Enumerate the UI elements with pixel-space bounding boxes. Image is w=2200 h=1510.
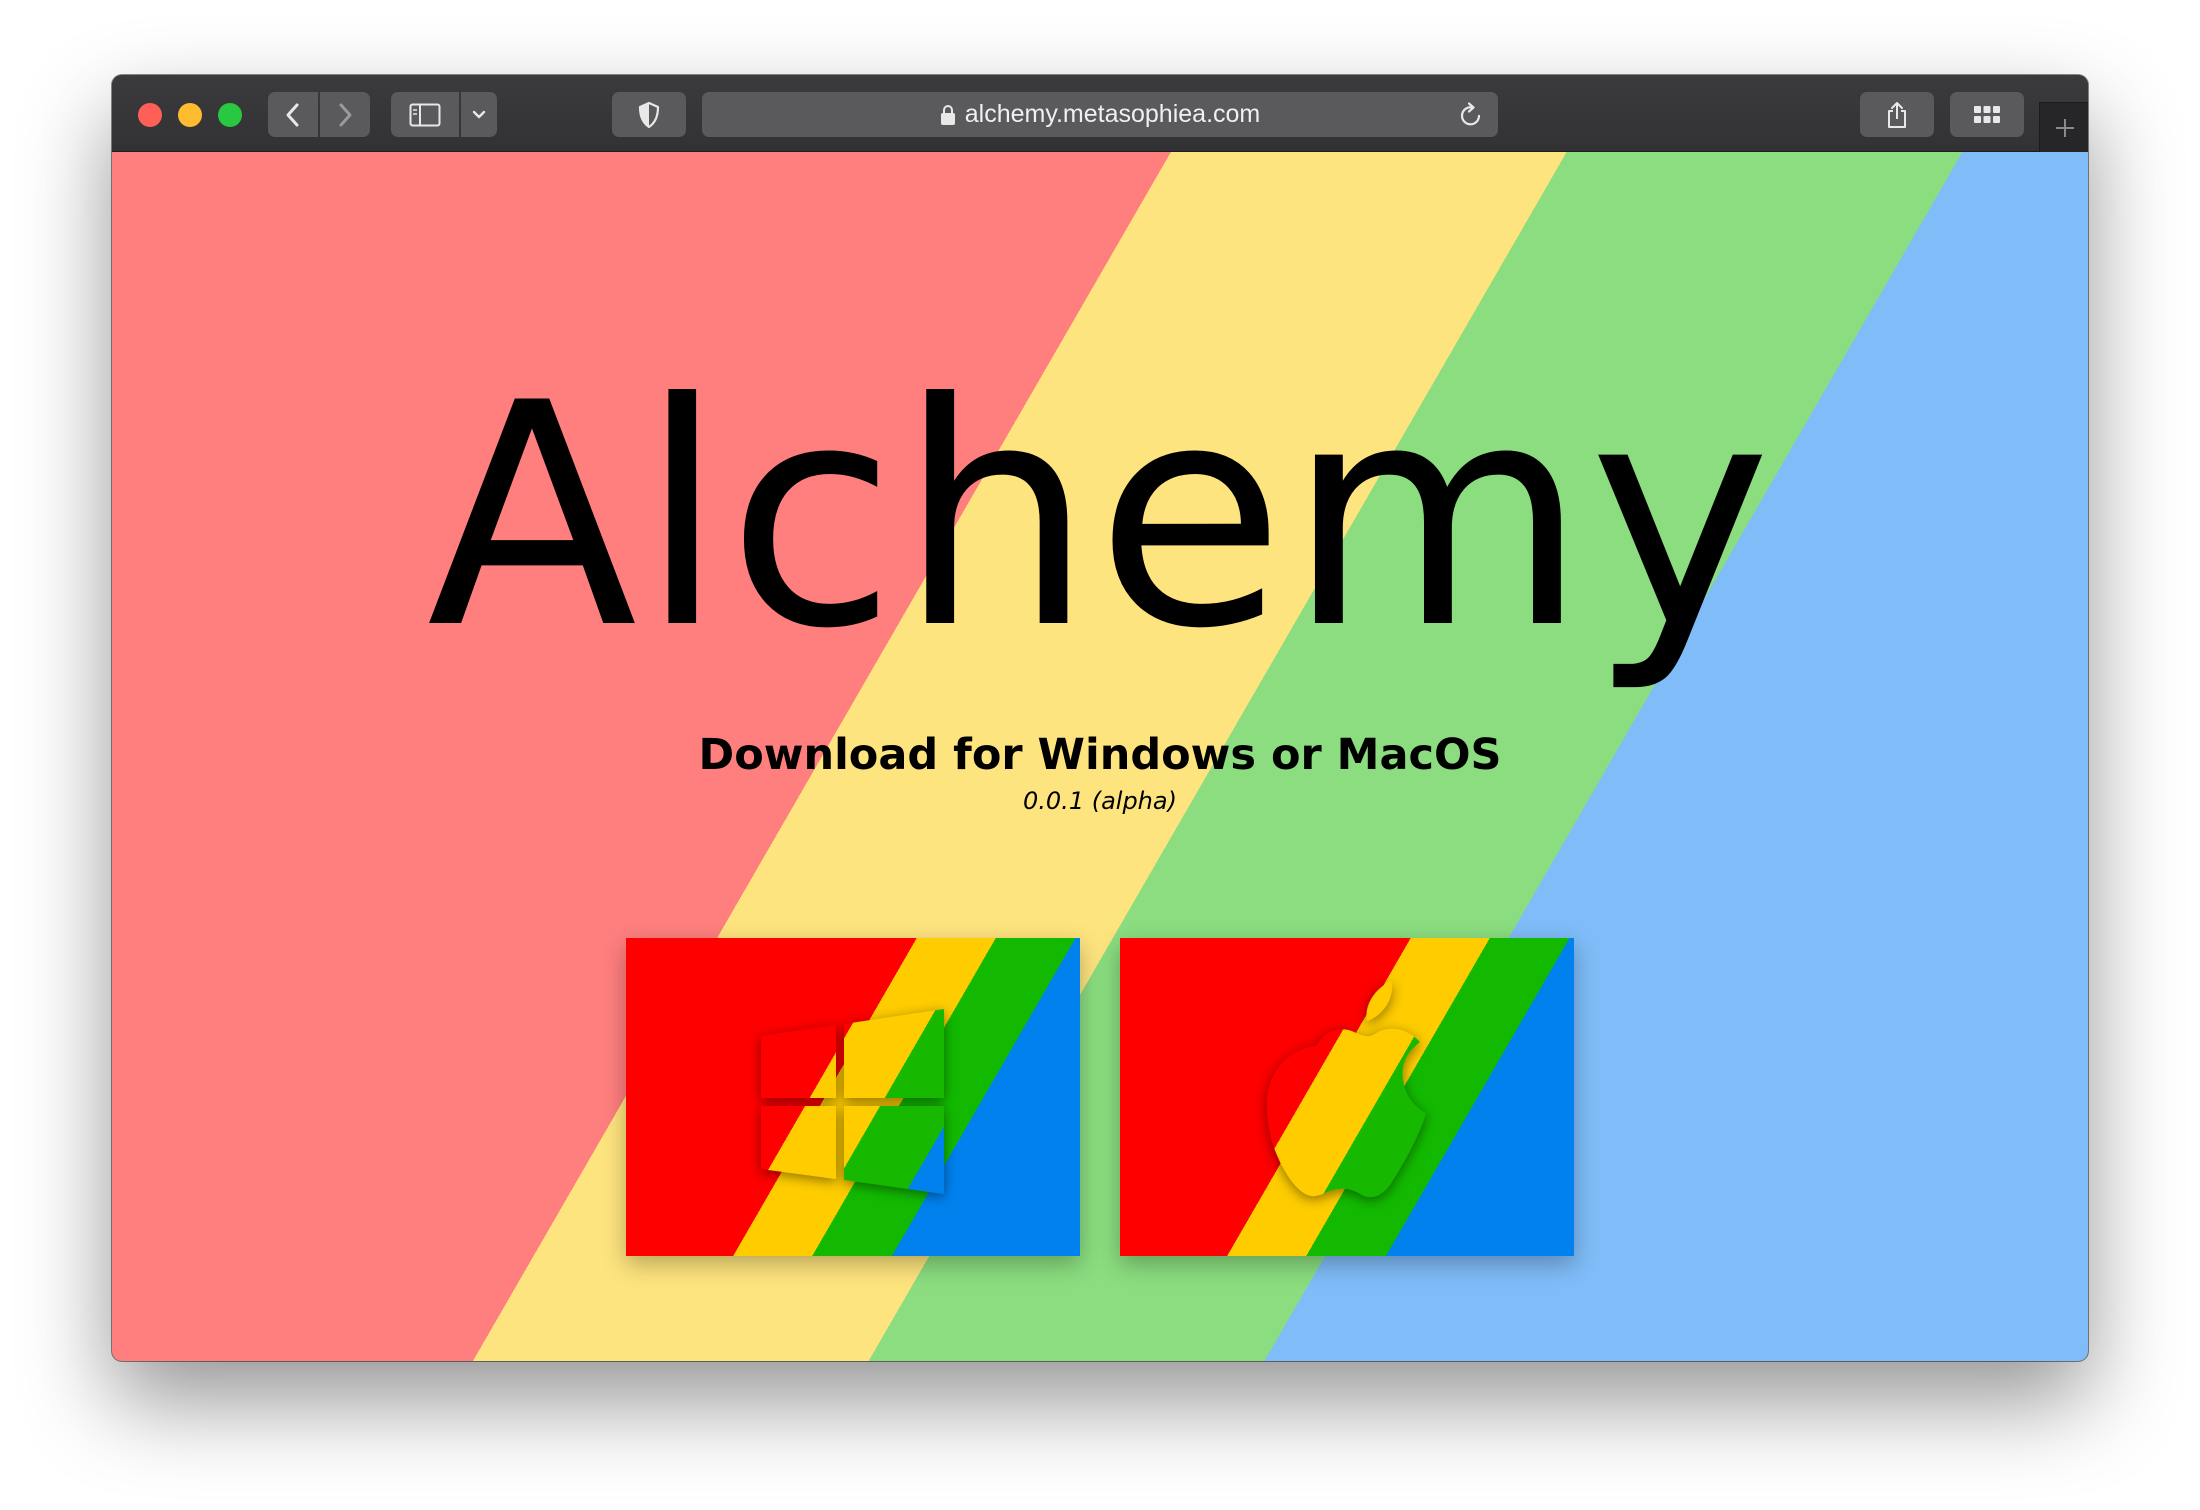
download-heading: Download for Windows or MacOS: [698, 730, 1502, 780]
tab-overview-button[interactable]: [1950, 92, 2024, 137]
page-content: Alchemy Download for Windows or MacOS 0.…: [112, 152, 2088, 1361]
chevron-right-icon: [339, 103, 352, 126]
close-window-button[interactable]: [138, 103, 162, 127]
version-label: 0.0.1 (alpha): [1023, 787, 1177, 815]
new-tab-button[interactable]: [2039, 102, 2088, 153]
reload-icon[interactable]: [1458, 101, 1484, 129]
sidebar-menu-button[interactable]: [461, 92, 497, 137]
back-button[interactable]: [268, 92, 318, 137]
macos-download-button[interactable]: [1120, 938, 1574, 1256]
grid-icon: [1974, 105, 2000, 123]
page-title: Alchemy: [426, 337, 1774, 696]
chevron-left-icon: [286, 103, 299, 126]
sidebar-icon: [409, 103, 441, 126]
address-bar[interactable]: alchemy.metasophiea.com: [702, 92, 1498, 137]
share-icon: [1888, 101, 1906, 128]
chevron-down-icon: [472, 110, 486, 118]
privacy-report-button[interactable]: [612, 92, 686, 137]
address-url: alchemy.metasophiea.com: [964, 100, 1261, 128]
windows-download-button[interactable]: [626, 938, 1080, 1256]
forward-button[interactable]: [320, 92, 370, 137]
share-button[interactable]: [1860, 92, 1934, 137]
windows-logo-icon: [761, 1009, 944, 1194]
lock-icon: [940, 104, 955, 125]
apple-logo-icon: [1266, 981, 1426, 1198]
plus-icon: [2055, 119, 2074, 137]
browser-window: alchemy.metasophiea.com Alchemy Download…: [112, 75, 2088, 1361]
browser-toolbar: alchemy.metasophiea.com: [112, 75, 2088, 153]
shield-icon: [638, 101, 660, 128]
sidebar-button[interactable]: [391, 92, 459, 137]
zoom-window-button[interactable]: [218, 103, 242, 127]
minimize-window-button[interactable]: [178, 103, 202, 127]
